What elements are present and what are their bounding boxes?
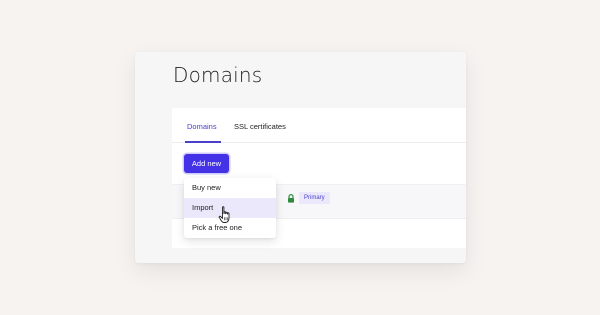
domains-card: Domains Domains SSL certificates Add new…: [135, 52, 466, 263]
page-title: Domains: [173, 63, 263, 87]
active-tab-indicator: [185, 141, 221, 143]
tab-ssl-certificates[interactable]: SSL certificates: [234, 122, 286, 131]
hand-pointer-icon: [218, 206, 230, 223]
lock-icon: [288, 194, 294, 203]
tab-domains[interactable]: Domains: [187, 122, 217, 131]
tab-bar: Domains SSL certificates: [172, 108, 466, 143]
primary-badge: Primary: [299, 192, 330, 204]
add-new-button[interactable]: Add new: [184, 154, 229, 173]
menu-item-label: Buy new: [192, 183, 221, 192]
domains-panel: Domains SSL certificates Add new m Prima…: [172, 108, 466, 248]
menu-item-buy-new[interactable]: Buy new: [184, 178, 276, 198]
menu-item-label: Import: [192, 203, 214, 212]
